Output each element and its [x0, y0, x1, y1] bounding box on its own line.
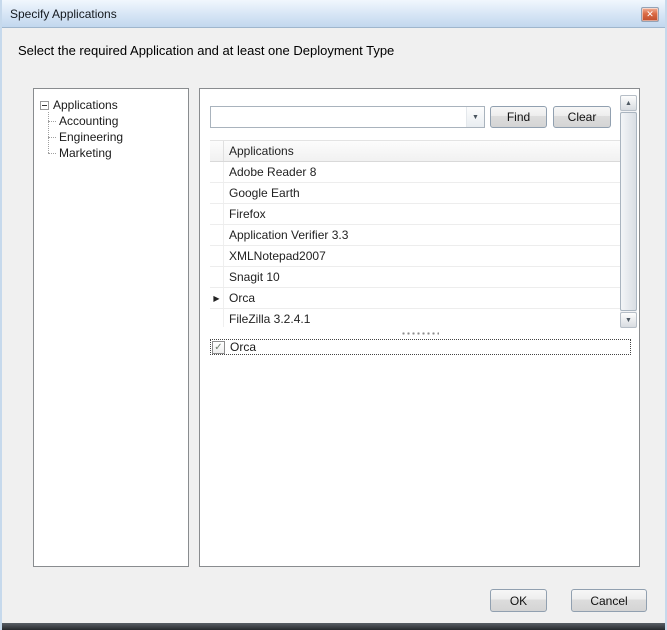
tree-node-engineering[interactable]: Engineering — [44, 129, 184, 145]
grid-row[interactable]: Firefox — [210, 204, 625, 225]
filter-input[interactable] — [211, 107, 466, 127]
tree-children: Accounting Engineering Marketing — [44, 113, 184, 161]
tree-root-label: Applications — [53, 98, 118, 112]
cell-application-name: Snagit 10 — [224, 267, 280, 287]
scroll-up-icon[interactable]: ▲ — [620, 95, 637, 111]
tree-node-applications[interactable]: Applications — [40, 97, 184, 113]
splitter-grip-icon — [401, 332, 439, 335]
grid-row[interactable]: XMLNotepad2007 — [210, 246, 625, 267]
applications-panel: ▼ Find Clear Applications Adobe Reader 8… — [199, 88, 640, 567]
find-button[interactable]: Find — [490, 106, 547, 128]
filter-combobox[interactable]: ▼ — [210, 106, 485, 128]
cell-application-name: Adobe Reader 8 — [224, 162, 316, 182]
dialog-specify-applications: Specify Applications ✕ Select the requir… — [0, 0, 667, 630]
dropdown-arrow-icon[interactable]: ▼ — [466, 107, 484, 127]
instruction-text: Select the required Application and at l… — [18, 43, 394, 58]
window-bottom-frame — [2, 623, 665, 630]
grid-row[interactable]: Application Verifier 3.3 — [210, 225, 625, 246]
tree-child-label: Accounting — [59, 114, 118, 128]
grid-scrollbar[interactable]: ▲ ▼ — [620, 95, 637, 328]
tree-child-label: Engineering — [59, 130, 123, 144]
cell-application-name: XMLNotepad2007 — [224, 246, 326, 266]
scroll-down-icon[interactable]: ▼ — [620, 312, 637, 328]
grid-row[interactable]: Snagit 10 — [210, 267, 625, 288]
cell-application-name: Google Earth — [224, 183, 300, 203]
row-selector — [210, 225, 224, 245]
row-selector — [210, 246, 224, 266]
grid-row-current[interactable]: ▶ Orca — [210, 288, 625, 309]
tree-node-marketing[interactable]: Marketing — [44, 145, 184, 161]
cancel-button[interactable]: Cancel — [571, 589, 647, 612]
current-row-pointer-icon: ▶ — [210, 288, 224, 308]
cell-application-name: FileZilla 3.2.4.1 — [224, 309, 310, 327]
applications-tree-panel: Applications Accounting Engineering Mark… — [33, 88, 189, 567]
selected-item-label: Orca — [230, 340, 256, 354]
close-icon: ✕ — [646, 9, 654, 19]
row-selector — [210, 204, 224, 224]
tree-node-accounting[interactable]: Accounting — [44, 113, 184, 129]
grid-row[interactable]: FileZilla 3.2.4.1 — [210, 309, 625, 327]
clear-button[interactable]: Clear — [553, 106, 611, 128]
scrollbar-thumb[interactable] — [620, 112, 637, 311]
selected-applications-list: ✓ Orca — [210, 339, 631, 554]
window-title: Specify Applications — [2, 7, 117, 21]
cell-application-name: Firefox — [224, 204, 266, 224]
applications-grid: Applications Adobe Reader 8 Google Earth… — [210, 140, 625, 327]
grid-column-header[interactable]: Applications — [210, 141, 625, 162]
header-gutter — [210, 141, 224, 161]
title-bar[interactable]: Specify Applications ✕ — [2, 0, 665, 28]
cell-application-name: Application Verifier 3.3 — [224, 225, 348, 245]
row-selector — [210, 183, 224, 203]
checkbox-checked-icon[interactable]: ✓ — [212, 341, 225, 354]
row-selector — [210, 162, 224, 182]
close-button[interactable]: ✕ — [641, 7, 659, 22]
collapse-icon[interactable] — [40, 101, 49, 110]
row-selector — [210, 267, 224, 287]
cell-application-name: Orca — [224, 288, 255, 308]
tree-child-label: Marketing — [59, 146, 112, 160]
row-selector — [210, 309, 224, 327]
grid-header-label: Applications — [224, 141, 294, 161]
selected-item-orca[interactable]: ✓ Orca — [210, 339, 631, 355]
grid-row[interactable]: Google Earth — [210, 183, 625, 204]
grid-row[interactable]: Adobe Reader 8 — [210, 162, 625, 183]
splitter-handle[interactable] — [200, 329, 639, 338]
ok-button[interactable]: OK — [490, 589, 547, 612]
